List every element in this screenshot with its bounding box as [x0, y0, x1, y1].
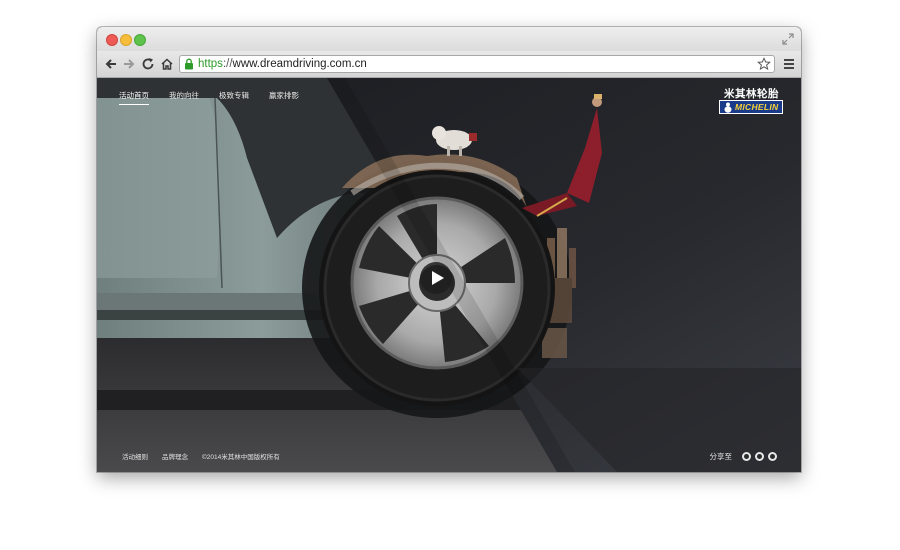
forward-arrow-icon[interactable]	[122, 57, 136, 71]
share-label: 分享至	[709, 452, 733, 461]
nav-item-album[interactable]: 极致专辑	[219, 90, 249, 105]
brand-wordmark-text: MICHELIN	[735, 102, 779, 112]
nav-item-winners[interactable]: 赢家排影	[269, 90, 299, 105]
address-bar[interactable]: https://www.dreamdriving.com.cn	[179, 55, 775, 73]
copyright-text: ©2014米其林中国版权所有	[202, 454, 280, 461]
michelin-brand-logo[interactable]: 米其林轮胎 MICHELIN	[699, 86, 783, 120]
url-scheme: https	[198, 58, 223, 70]
bookmark-star-icon[interactable]	[757, 57, 771, 71]
web-page: 活动首页 我的向往 极致专辑 赢家排影 米其林轮胎 MICHELIN 活动细则 …	[97, 78, 801, 472]
brand-chinese-name: 米其林轮胎	[724, 88, 779, 100]
maximize-window-button[interactable]	[134, 34, 146, 46]
browser-window: https://www.dreamdriving.com.cn 活动首页 我的向…	[97, 27, 801, 472]
footer-link-brand[interactable]: 品牌理念	[162, 451, 188, 461]
minimize-window-button[interactable]	[120, 34, 132, 46]
title-bar	[97, 27, 801, 51]
close-window-button[interactable]	[106, 34, 118, 46]
home-icon[interactable]	[160, 57, 174, 71]
lock-icon	[185, 58, 193, 70]
footer-link-rules[interactable]: 活动细则	[122, 451, 148, 461]
play-video-button[interactable]	[419, 261, 453, 295]
michelin-wordmark: MICHELIN	[719, 100, 783, 114]
site-nav: 活动首页 我的向往 极致专辑 赢家排影	[119, 90, 319, 105]
fullscreen-icon[interactable]	[781, 32, 795, 46]
tencent-weibo-icon[interactable]	[755, 452, 764, 461]
share-bar: 分享至	[709, 451, 777, 462]
url-text: https://www.dreamdriving.com.cn	[198, 57, 367, 72]
nav-item-home[interactable]: 活动首页	[119, 90, 149, 105]
nav-item-aspiration[interactable]: 我的向往	[169, 90, 199, 105]
bibendum-icon	[724, 102, 732, 113]
back-arrow-icon[interactable]	[104, 57, 118, 71]
douban-icon[interactable]	[768, 452, 777, 461]
page-footer: 活动细则 品牌理念 ©2014米其林中国版权所有	[122, 451, 294, 461]
url-host: www.dreamdriving.com.cn	[232, 58, 367, 70]
url-separator: ://	[222, 58, 233, 70]
reload-icon[interactable]	[141, 57, 155, 71]
weibo-icon[interactable]	[742, 452, 751, 461]
browser-toolbar: https://www.dreamdriving.com.cn	[97, 51, 801, 78]
menu-icon[interactable]	[783, 57, 795, 71]
